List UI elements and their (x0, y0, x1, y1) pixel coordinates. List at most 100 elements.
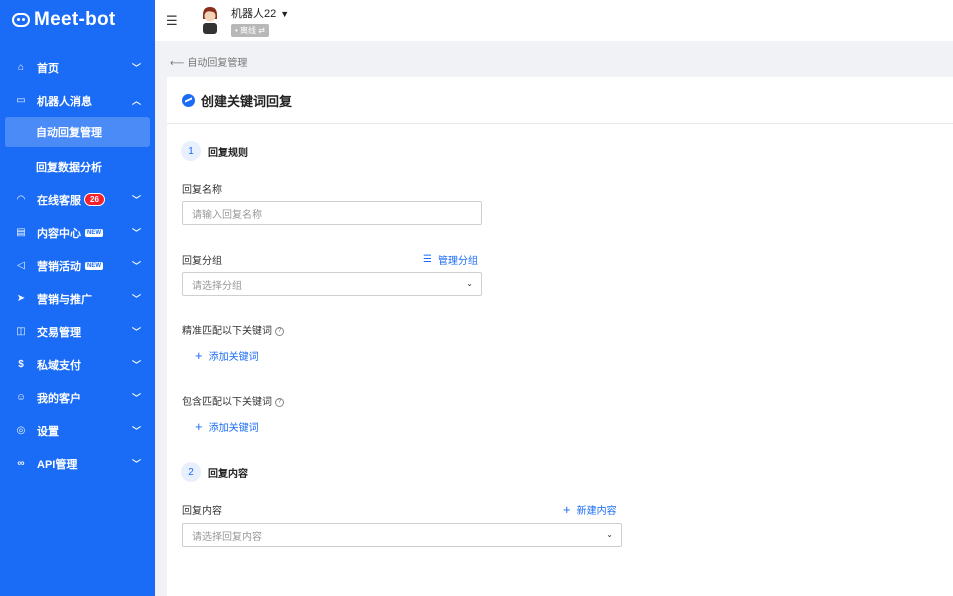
plus-icon: + (195, 418, 203, 434)
sidebar-subitem[interactable]: 自动回复管理 (5, 117, 150, 147)
sidebar-item-label: 营销与推广 (37, 293, 92, 306)
logo-text: Meet-bot (34, 9, 116, 30)
step-label: 回复内容 (208, 468, 248, 480)
help-icon[interactable]: ? (275, 326, 284, 336)
reply-name-placeholder: 请输入回复名称 (192, 209, 262, 221)
add-keyword-label: 添加关键词 (208, 423, 259, 434)
sliders-icon: ☰ (423, 254, 432, 265)
breadcrumb[interactable]: ⟵ 自动回复管理 (170, 54, 247, 69)
reply-name-label: 回复名称 (182, 185, 222, 196)
topbar: ☰ 机器人22 ▼ • 离线 ⇄ (155, 0, 953, 41)
sidebar-item[interactable]: ▭ 机器人消息 ︿ (0, 84, 155, 117)
sidebar-item[interactable]: ◎ 设置 ﹀ (0, 414, 155, 447)
back-arrow-icon[interactable]: ⟵ (170, 58, 184, 69)
manage-group-label: 管理分组 (437, 256, 478, 267)
breadcrumb-label[interactable]: 自动回复管理 (187, 58, 247, 69)
avatar[interactable] (199, 5, 221, 35)
contains-match-label: 包含匹配以下关键词? (182, 393, 284, 408)
chevron-down-icon: ﹀ (131, 63, 141, 73)
plus-icon: + (563, 501, 571, 517)
chat-icon: ▭ (16, 95, 26, 106)
chevron-down-icon: ﹀ (131, 360, 141, 370)
menu-collapse-icon[interactable]: ☰ (166, 13, 178, 29)
add-exact-keyword-button[interactable]: + 添加关键词 (195, 348, 259, 364)
sidebar-item[interactable]: ◁ 营销活动 NEW ﹀ (0, 249, 155, 282)
sidebar-item[interactable]: $ 私域支付 ﹀ (0, 348, 155, 381)
bot-name: 机器人22 (231, 8, 277, 20)
exact-match-text: 精准匹配以下关键词 (182, 326, 272, 337)
logo[interactable]: Meet-bot (0, 0, 155, 40)
chevron-down-icon: ﹀ (131, 261, 141, 271)
sidebar: Meet-bot ⌂ 首页 ﹀ ▭ 机器人消息 ︿ 自动回复管理 回复数据分析 ◠ 在线客服 26 ﹀… (0, 0, 155, 596)
sidebar-item-label: 内容中心 (37, 227, 81, 240)
main-card: 创建关键词回复 1 回复规则 回复名称 请输入回复名称 回复分组 ☰ 管理分组 请… (167, 77, 953, 596)
pay-icon: $ (18, 359, 24, 370)
sidebar-item-label: 在线客服 (37, 194, 81, 207)
chevron-down-icon: ﹀ (131, 459, 141, 469)
bag-icon: ◫ (16, 326, 26, 337)
headset-icon: ◠ (17, 194, 25, 205)
new-content-button[interactable]: + 新建内容 (563, 501, 617, 518)
messenger-icon (182, 93, 195, 107)
step-rules: 1 回复规则 (181, 141, 248, 161)
sidebar-item-label: API管理 (37, 458, 78, 471)
step-label: 回复规则 (208, 147, 248, 159)
sidebar-item[interactable]: ➤ 营销与推广 ﹀ (0, 282, 155, 315)
sidebar-item[interactable]: ▤ 内容中心 NEW ﹀ (0, 216, 155, 249)
sidebar-item-label: 首页 (37, 62, 59, 75)
sidebar-item[interactable]: ∞ API管理 ﹀ (0, 447, 155, 480)
sidebar-item[interactable]: ◫ 交易管理 ﹀ (0, 315, 155, 348)
megaphone-icon: ◁ (17, 260, 25, 271)
chevron-down-icon: ﹀ (131, 228, 141, 238)
send-icon: ➤ (16, 293, 26, 304)
page-title: 创建关键词回复 (201, 93, 293, 109)
new-badge: NEW (85, 261, 103, 270)
reply-name-input[interactable]: 请输入回复名称 (182, 201, 482, 225)
chevron-down-icon: ﹀ (131, 294, 141, 304)
contains-match-text: 包含匹配以下关键词 (182, 397, 272, 408)
caret-down-icon: ▼ (280, 9, 290, 19)
content-icon: ▤ (16, 227, 26, 238)
add-keyword-label: 添加关键词 (208, 352, 259, 363)
new-content-label: 新建内容 (576, 506, 617, 517)
manage-group-link[interactable]: ☰ 管理分组 (423, 252, 478, 267)
chevron-down-icon: ⌄ (606, 530, 613, 539)
card-header: 创建关键词回复 (167, 77, 953, 124)
chevron-down-icon: ﹀ (131, 195, 141, 205)
status-badge: • 离线 ⇄ (231, 24, 269, 37)
sidebar-item[interactable]: ⌂ 首页 ﹀ (0, 51, 155, 84)
exact-match-label: 精准匹配以下关键词? (182, 322, 284, 337)
sidebar-item-label: 交易管理 (37, 326, 81, 339)
bot-selector[interactable]: 机器人22 ▼ (231, 5, 289, 21)
chevron-down-icon: ﹀ (131, 393, 141, 403)
sidebar-subitem[interactable]: 回复数据分析 (0, 150, 155, 183)
sidebar-menu: ⌂ 首页 ﹀ ▭ 机器人消息 ︿ 自动回复管理 回复数据分析 ◠ 在线客服 26 ﹀ ▤ 内容中心 NEW ﹀… (0, 51, 155, 480)
reply-group-select[interactable]: 请选择分组 ⌄ (182, 272, 482, 296)
sidebar-item-label: 我的客户 (37, 392, 81, 405)
new-badge: NEW (85, 228, 103, 237)
sidebar-item-label: 设置 (37, 425, 59, 438)
api-icon: ∞ (17, 458, 25, 469)
help-icon[interactable]: ? (275, 397, 284, 407)
reply-content-label: 回复内容 (182, 506, 222, 517)
count-badge: 26 (84, 193, 105, 206)
chevron-down-icon: ﹀ (131, 327, 141, 337)
add-contains-keyword-button[interactable]: + 添加关键词 (195, 418, 259, 435)
settings-icon: ◎ (16, 425, 26, 436)
step-number: 2 (181, 462, 201, 482)
sidebar-item-label: 机器人消息 (37, 95, 92, 108)
reply-group-placeholder: 请选择分组 (192, 280, 242, 292)
chevron-down-icon: ⌄ (466, 279, 473, 288)
chevron-down-icon: ﹀ (131, 426, 141, 436)
bot-logo-icon (12, 13, 30, 27)
sidebar-item[interactable]: ◠ 在线客服 26 ﹀ (0, 183, 155, 216)
reply-content-select[interactable]: 请选择回复内容 ⌄ (182, 523, 622, 547)
reply-group-label: 回复分组 (182, 256, 222, 267)
reply-content-placeholder: 请选择回复内容 (192, 531, 262, 543)
users-icon: ☺ (15, 392, 27, 403)
home-icon: ⌂ (17, 62, 25, 73)
sidebar-item-label: 营销活动 (37, 260, 81, 273)
sidebar-item[interactable]: ☺ 我的客户 ﹀ (0, 381, 155, 414)
step-number: 1 (181, 141, 201, 161)
sidebar-item-label: 私域支付 (37, 359, 81, 372)
